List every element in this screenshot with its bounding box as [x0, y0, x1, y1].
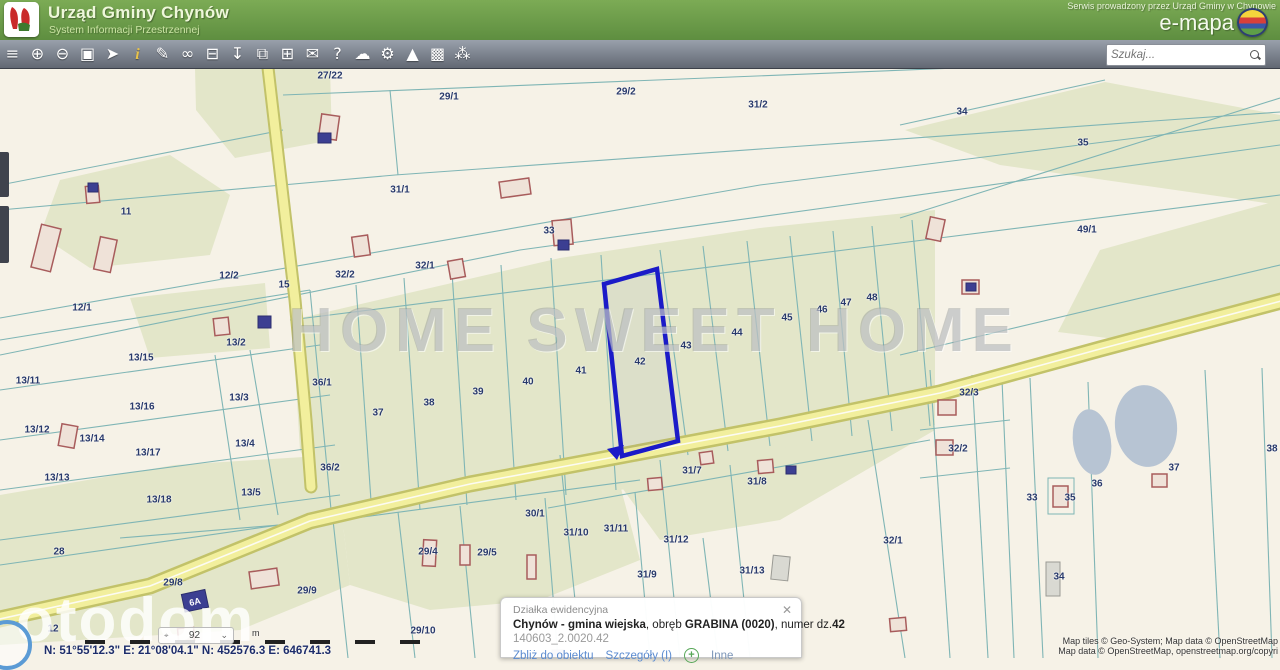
popup-title: Działka ewidencyjna — [513, 604, 791, 616]
page-subtitle: System Informacji Przestrzennej — [49, 24, 200, 36]
side-panel-tab[interactable] — [0, 206, 9, 263]
download-icon[interactable]: ↧ — [225, 40, 250, 67]
pyramid-icon[interactable]: ▲ — [400, 40, 425, 67]
map-attribution: Map tiles © Geo-System; Map data © OpenS… — [1058, 636, 1278, 656]
details-link[interactable]: Szczegóły (I) — [606, 650, 672, 662]
watermark-home-sweet-home: HOME SWEET HOME — [288, 295, 1020, 366]
attribution-line1: Map tiles © Geo-System; Map data © OpenS… — [1058, 636, 1278, 646]
parcel-description: Chynów - gmina wiejska, obręb GRABINA (0… — [513, 619, 791, 631]
close-icon[interactable]: ✕ — [782, 603, 792, 617]
scale-unit-label: m — [252, 628, 260, 638]
emapa-gis-page: { "header": { "title": "Urząd Gminy Chyn… — [0, 0, 1280, 658]
gray-buildings — [771, 555, 1060, 596]
pointer-icon[interactable]: ➤ — [100, 40, 125, 67]
select-area-icon[interactable]: ▣ — [75, 40, 100, 67]
parcel-municipality: Chynów - gmina wiejska — [513, 619, 646, 631]
share-icon[interactable]: ⁂ — [450, 40, 475, 67]
parcel-info-popup: ✕ Działka ewidencyjna Chynów - gmina wie… — [500, 597, 802, 658]
app-header: Urząd Gminy Chynów System Informacji Prz… — [0, 0, 1280, 41]
parcel-district: GRABINA (0020) — [685, 619, 775, 631]
zoom-out-icon[interactable]: ⊖ — [50, 40, 75, 67]
search-box — [1106, 44, 1266, 66]
zoom-in-icon[interactable]: ⊕ — [25, 40, 50, 67]
emapa-globe-icon — [1237, 8, 1268, 37]
zoom-to-object-link[interactable]: Zbliż do obiektu — [513, 650, 594, 662]
add-icon[interactable]: + — [684, 648, 699, 663]
measure-icon[interactable]: ✎ — [150, 40, 175, 67]
pond — [1069, 382, 1182, 477]
help-icon[interactable]: ? — [325, 40, 350, 67]
side-panel-tab[interactable] — [0, 152, 9, 197]
link-icon[interactable]: ∞ — [175, 40, 200, 67]
scale-value: 92 — [189, 630, 200, 641]
attribution-line2: Map data © OpenStreetMap, openstreetmap.… — [1058, 646, 1278, 656]
toolbar-icons: ≡⊕⊖▣➤i✎∞⊟↧⧉⊞✉?☁⚙▲▩⁂ — [0, 40, 475, 68]
other-link[interactable]: Inne — [711, 650, 733, 662]
copy-icon[interactable]: ⧉ — [250, 40, 275, 67]
comment-icon[interactable]: ✉ — [300, 40, 325, 67]
menu-icon[interactable]: ≡ — [0, 40, 25, 67]
parcel-number: 42 — [832, 619, 845, 631]
page-title: Urząd Gminy Chynów — [48, 3, 229, 23]
scale-bar — [85, 640, 445, 644]
popup-actions: Zbliż do obiektu Szczegóły (I) + Inne — [513, 648, 791, 663]
cloud-upload-icon[interactable]: ☁ — [350, 40, 375, 67]
scale-selector[interactable]: ⌖ 92 ⌄ — [158, 627, 234, 644]
municipality-crest-logo — [4, 2, 39, 37]
emapa-brand: e-mapa — [1159, 10, 1234, 36]
search-icon[interactable] — [1249, 49, 1261, 61]
parcel-text: , numer dz. — [775, 619, 833, 631]
map-toolbar: ≡⊕⊖▣➤i✎∞⊟↧⧉⊞✉?☁⚙▲▩⁂ — [0, 40, 1280, 69]
parcel-text: , obręb — [646, 619, 685, 631]
scale-icon: ⌖ — [164, 631, 169, 641]
info-icon[interactable]: i — [125, 41, 150, 68]
legend-icon[interactable]: ▩ — [425, 40, 450, 67]
chevron-down-icon[interactable]: ⌄ — [220, 631, 228, 641]
search-input[interactable] — [1107, 49, 1249, 61]
print-icon[interactable]: ⊟ — [200, 40, 225, 67]
layout-icon[interactable]: ⊞ — [275, 40, 300, 67]
coordinates-readout: N: 51°55'12.3" E: 21°08'04.1" N: 452576.… — [44, 645, 331, 657]
settings-icon[interactable]: ⚙ — [375, 40, 400, 67]
parcel-id: 140603_2.0020.42 — [513, 633, 791, 645]
